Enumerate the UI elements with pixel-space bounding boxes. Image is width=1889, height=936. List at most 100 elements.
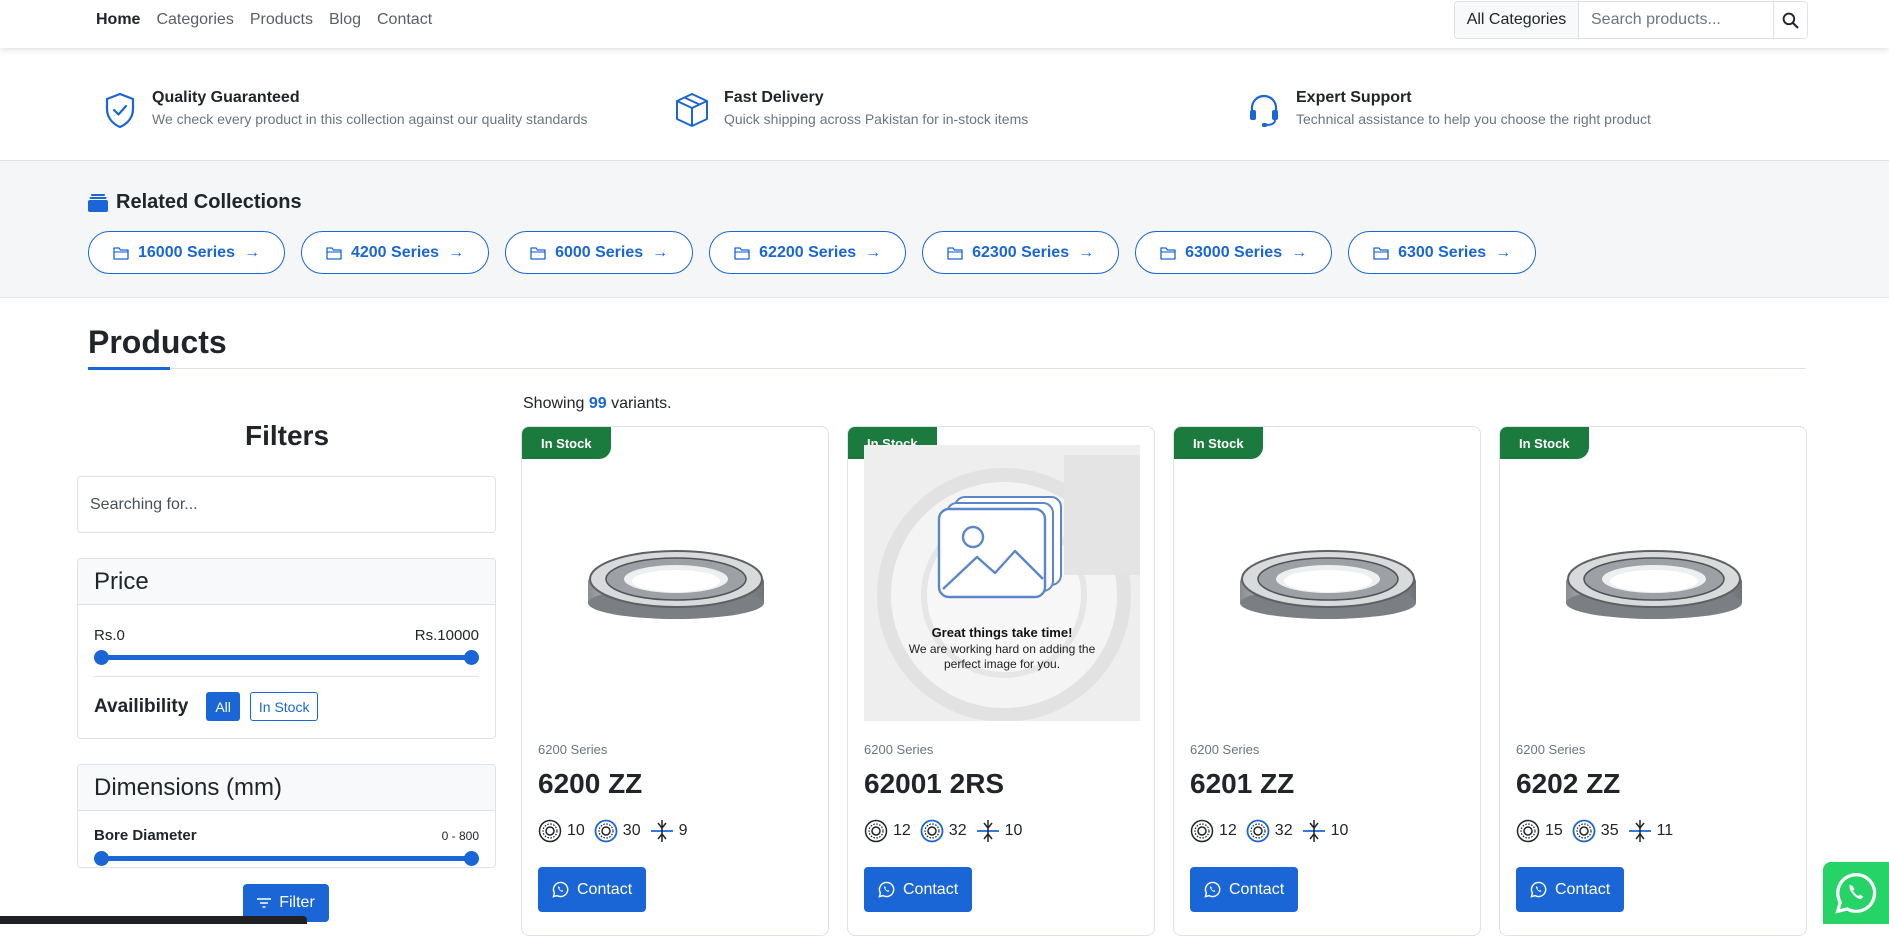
dimensions-filter-card: Dimensions (mm) Bore Diameter 0 - 800 (77, 764, 496, 868)
width-value: 9 (678, 822, 688, 839)
nav-home-link[interactable]: Home (96, 10, 140, 30)
collection-pill[interactable]: 62200 Series → (709, 231, 907, 274)
nav-categories-link[interactable]: Categories (156, 10, 233, 30)
product-name[interactable]: 6200 ZZ (538, 768, 642, 800)
collection-pill[interactable]: 6000 Series → (505, 231, 694, 274)
product-dimensions: 12 32 10 (1190, 819, 1352, 843)
bore-range-value: 0 - 800 (441, 828, 479, 843)
top-navbar: Home Categories Products Blog Contact Al… (0, 0, 1889, 48)
product-image[interactable] (1516, 445, 1792, 721)
related-title-text: Related Collections (116, 191, 302, 213)
product-image[interactable] (1190, 445, 1466, 721)
product-card[interactable]: In Stock 6200 Series 6201 ZZ 12 32 10 Co… (1173, 426, 1481, 936)
availability-all-button[interactable]: All (206, 692, 240, 721)
bore-diameter-icon (1190, 819, 1214, 843)
collection-pill[interactable]: 16000 Series → (88, 231, 285, 274)
folder-icon (326, 246, 342, 260)
related-collections-title: Related Collections (88, 191, 302, 214)
bore-diameter-icon (538, 819, 562, 843)
products-heading: Products (88, 324, 227, 360)
feature-desc: Technical assistance to help you choose … (1296, 111, 1651, 127)
product-name[interactable]: 62001 2RS (864, 768, 1004, 800)
collection-pill[interactable]: 62300 Series → (922, 231, 1120, 274)
filter-icon (257, 898, 272, 908)
product-name[interactable]: 6202 ZZ (1516, 768, 1620, 800)
bore-diameter-label: Bore Diameter (94, 827, 197, 844)
bore-max-handle[interactable] (464, 851, 479, 866)
box-icon (676, 93, 708, 127)
placeholder-image[interactable]: Great things take time! We are working h… (864, 445, 1140, 721)
bore-min-handle[interactable] (94, 851, 109, 866)
collection-icon (88, 193, 108, 212)
product-dimensions: 15 35 11 (1516, 819, 1677, 843)
heading-divider (88, 368, 1806, 369)
product-series: 6200 Series (1190, 742, 1260, 757)
headset-icon (1250, 94, 1278, 127)
folder-icon (113, 246, 129, 260)
product-series: 6200 Series (1516, 742, 1586, 757)
price-range-slider[interactable] (94, 650, 479, 665)
product-card[interactable]: In Stock 6200 Series 6202 ZZ 15 35 11 Co… (1499, 426, 1807, 936)
feature-title: Expert Support (1296, 89, 1412, 106)
width-value: 11 (1656, 822, 1674, 839)
collection-pill[interactable]: 63000 Series → (1135, 231, 1333, 274)
bore-value: 12 (893, 822, 911, 839)
filter-search-input[interactable] (77, 476, 496, 533)
bore-value: 12 (1219, 822, 1237, 839)
price-min-handle[interactable] (94, 650, 109, 665)
folder-icon (734, 246, 750, 260)
contact-button[interactable]: Contact (1190, 867, 1299, 912)
search-input[interactable] (1579, 2, 1773, 38)
price-max-handle[interactable] (464, 650, 479, 665)
contact-button[interactable]: Contact (1516, 867, 1625, 912)
nav-products-link[interactable]: Products (250, 10, 313, 30)
browser-status-bar (0, 916, 307, 924)
contact-button[interactable]: Contact (864, 867, 973, 912)
feature-desc: We check every product in this collectio… (152, 111, 588, 127)
product-card[interactable]: In Stock Great things take time! We are … (847, 426, 1155, 936)
feature-quality: Quality Guaranteed We check every produc… (100, 88, 588, 130)
folder-icon (947, 246, 963, 260)
nav-links: Home Categories Products Blog Contact (96, 10, 432, 30)
nav-contact-link[interactable]: Contact (377, 10, 432, 30)
placeholder-title: Great things take time! (931, 625, 1073, 640)
search-icon (1782, 12, 1799, 28)
bearing-image (588, 550, 764, 619)
product-name[interactable]: 6201 ZZ (1190, 768, 1294, 800)
whatsapp-icon (878, 881, 895, 898)
feature-support: Expert Support Technical assistance to h… (1244, 88, 1651, 130)
contact-button[interactable]: Contact (538, 867, 647, 912)
related-collections: Related Collections 16000 Series → 4200 … (0, 161, 1889, 298)
outer-diameter-icon (1246, 819, 1270, 843)
collection-pill[interactable]: 6300 Series → (1348, 231, 1537, 274)
search-button[interactable] (1773, 2, 1807, 38)
feature-title: Fast Delivery (724, 89, 824, 106)
arrow-right-icon: → (1078, 243, 1095, 261)
folder-icon (530, 246, 546, 260)
outer-diameter-value: 32 (1274, 822, 1293, 839)
price-min-label: Rs.0 (94, 627, 125, 644)
width-value: 10 (1004, 822, 1023, 839)
image-placeholder-icon (937, 496, 1062, 599)
price-heading: Price (78, 559, 495, 605)
bore-value: 15 (1545, 822, 1563, 839)
product-image[interactable] (538, 445, 814, 721)
whatsapp-float-button[interactable] (1823, 862, 1889, 924)
arrow-right-icon: → (865, 243, 882, 261)
dimensions-heading: Dimensions (mm) (78, 765, 495, 811)
bore-range-slider[interactable] (94, 851, 479, 866)
arrow-right-icon: → (652, 243, 669, 261)
availability-in-stock-button[interactable]: In Stock (249, 692, 319, 721)
category-select[interactable]: All Categories (1455, 2, 1579, 38)
arrow-right-icon: → (448, 243, 465, 261)
nav-blog-link[interactable]: Blog (329, 10, 361, 30)
filters-title: Filters (244, 420, 330, 451)
outer-diameter-value: 35 (1600, 822, 1619, 839)
feature-desc: Quick shipping across Pakistan for in-st… (724, 111, 1029, 127)
width-icon (650, 820, 673, 842)
collection-pills: 16000 Series → 4200 Series → 6000 Series… (88, 231, 1537, 274)
width-icon (1628, 820, 1651, 842)
outer-diameter-icon (594, 819, 618, 843)
product-card[interactable]: In Stock 6200 Series 6200 ZZ 10 30 9 Con… (521, 426, 829, 936)
collection-pill[interactable]: 4200 Series → (300, 231, 490, 274)
